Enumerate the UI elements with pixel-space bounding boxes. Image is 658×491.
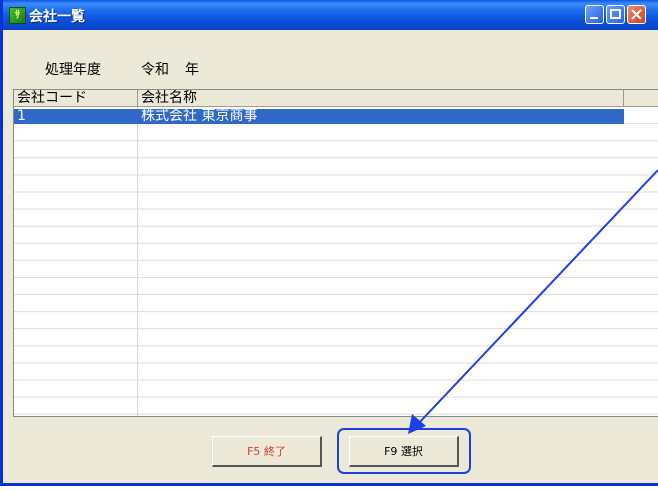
column-header-blank bbox=[624, 90, 658, 107]
maximize-button[interactable] bbox=[606, 5, 625, 24]
minimize-icon bbox=[590, 17, 598, 19]
close-button[interactable] bbox=[627, 5, 646, 24]
title-bar[interactable]: ｻ 会社一覧 bbox=[3, 0, 658, 30]
window-title: 会社一覧 bbox=[29, 9, 85, 25]
fiscal-year-era: 令和 bbox=[141, 62, 169, 78]
company-name-cell: 株式会社 東京商事 bbox=[141, 108, 258, 124]
fiscal-year-unit: 年 bbox=[185, 62, 199, 78]
company-table[interactable]: 会社コード 会社名称 1 株式会社 東京商事 bbox=[13, 89, 658, 417]
table-row[interactable]: 1 株式会社 東京商事 bbox=[14, 109, 624, 124]
maximize-icon bbox=[610, 9, 621, 19]
exit-button[interactable]: F5 終了 bbox=[212, 436, 322, 467]
select-button[interactable]: F9 選択 bbox=[349, 436, 459, 467]
column-header-code[interactable]: 会社コード bbox=[14, 90, 138, 107]
close-icon bbox=[631, 9, 642, 20]
column-header-name[interactable]: 会社名称 bbox=[138, 90, 624, 107]
company-code-cell: 1 bbox=[17, 108, 26, 124]
fiscal-year-label: 処理年度 bbox=[45, 62, 101, 78]
company-list-window: ｻ 会社一覧 処理年度 令和 年 会社コード 会社名称 1 株式会社 東京商事 … bbox=[0, 0, 658, 486]
minimize-button[interactable] bbox=[585, 5, 604, 24]
app-icon: ｻ bbox=[9, 7, 26, 24]
